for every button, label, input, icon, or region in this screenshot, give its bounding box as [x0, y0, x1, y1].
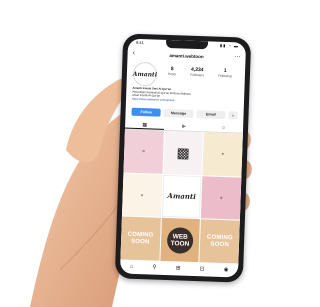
stat-following-label: Following: [218, 73, 232, 79]
post-tile-coming-soon[interactable]: COMING SOON: [199, 219, 240, 264]
coming-soon-text: COMING SOON: [206, 234, 233, 248]
coming-soon-text: COMING SOON: [127, 231, 154, 246]
webtoon-text-2: TOON: [170, 239, 190, 248]
post-art-icon: ✾: [219, 195, 223, 200]
post-tile[interactable]: ✾: [201, 175, 242, 220]
qr-code-icon: ▩: [176, 144, 191, 161]
post-tile-coming-soon[interactable]: COMING SOON: [120, 216, 161, 261]
post-art-icon: ❀: [140, 193, 144, 198]
post-tile[interactable]: ▩: [163, 130, 204, 175]
reels-icon: ▶: [182, 123, 187, 130]
phone-screen: 9:41 ▮▮ ◔ ▬ ‹ amanti.webtoon ⋯ Amanti 8 …: [119, 38, 247, 278]
tab-tagged[interactable]: ☺: [204, 123, 244, 132]
tab-reels[interactable]: ▶: [164, 122, 204, 131]
profile-username: amanti.webtoon: [169, 52, 204, 59]
status-icons: ▮▮ ◔ ▬: [219, 42, 240, 49]
stat-followers[interactable]: 4,234 Followers: [190, 67, 204, 77]
stat-posts-label: Posts: [168, 71, 177, 77]
profile-actions: Follow Message Email ⌄: [131, 107, 238, 120]
webtoon-badge: WEB TOON: [166, 226, 194, 254]
post-tile[interactable]: ✿: [123, 129, 164, 174]
post-tile[interactable]: Amanti: [161, 174, 202, 219]
stat-posts[interactable]: 8 Posts: [168, 66, 176, 76]
shop-icon[interactable]: ⊡: [200, 266, 205, 272]
profile-header: ‹ amanti.webtoon ⋯: [127, 49, 245, 63]
post-art-icon: ❋: [221, 152, 225, 157]
email-button[interactable]: Email: [196, 109, 226, 120]
more-options-icon[interactable]: ⋯: [234, 52, 240, 62]
search-icon[interactable]: ⚲: [152, 265, 156, 271]
tagged-icon: ☺: [220, 124, 227, 132]
phone-notch: [165, 39, 209, 50]
post-grid: ✿ ▩ ❋ ❀ Amanti ✾ COMING SOON WEB TOON CO…: [120, 129, 243, 264]
avatar[interactable]: Amanti: [132, 61, 158, 87]
back-arrow-icon[interactable]: ‹: [132, 49, 136, 59]
photo-stage: 9:41 ▮▮ ◔ ▬ ‹ amanti.webtoon ⋯ Amanti 8 …: [0, 0, 257, 307]
follow-button[interactable]: Follow: [131, 107, 162, 117]
suggested-dropdown-button[interactable]: ⌄: [228, 111, 238, 120]
grid-icon: ▦: [142, 122, 148, 129]
post-art-icon: ✿: [142, 149, 145, 154]
add-post-icon[interactable]: ⊞: [176, 265, 181, 271]
post-tile[interactable]: ❀: [121, 173, 163, 218]
stat-following[interactable]: 1 Following: [218, 68, 232, 78]
profile-stats: 8 Posts 4,234 Followers 1 Following: [161, 66, 239, 79]
post-logo: Amanti: [167, 191, 196, 202]
post-tile[interactable]: ❋: [202, 132, 243, 177]
post-tile-webtoon[interactable]: WEB TOON: [160, 218, 201, 263]
stat-followers-label: Followers: [190, 72, 205, 78]
profile-summary: Amanti 8 Posts 4,234 Followers 1 Followi…: [132, 61, 240, 90]
home-icon[interactable]: ⌂: [130, 264, 134, 270]
profile-bio: Amanti Komik Seni Al-Qur'an Penerbitan K…: [132, 86, 240, 105]
profile-icon[interactable]: ◉: [224, 267, 229, 273]
status-time: 9:41: [135, 39, 144, 46]
smartphone: 9:41 ▮▮ ◔ ▬ ‹ amanti.webtoon ⋯ Amanti 8 …: [114, 33, 252, 283]
tab-grid[interactable]: ▦: [125, 120, 165, 130]
message-button[interactable]: Message: [163, 108, 194, 118]
